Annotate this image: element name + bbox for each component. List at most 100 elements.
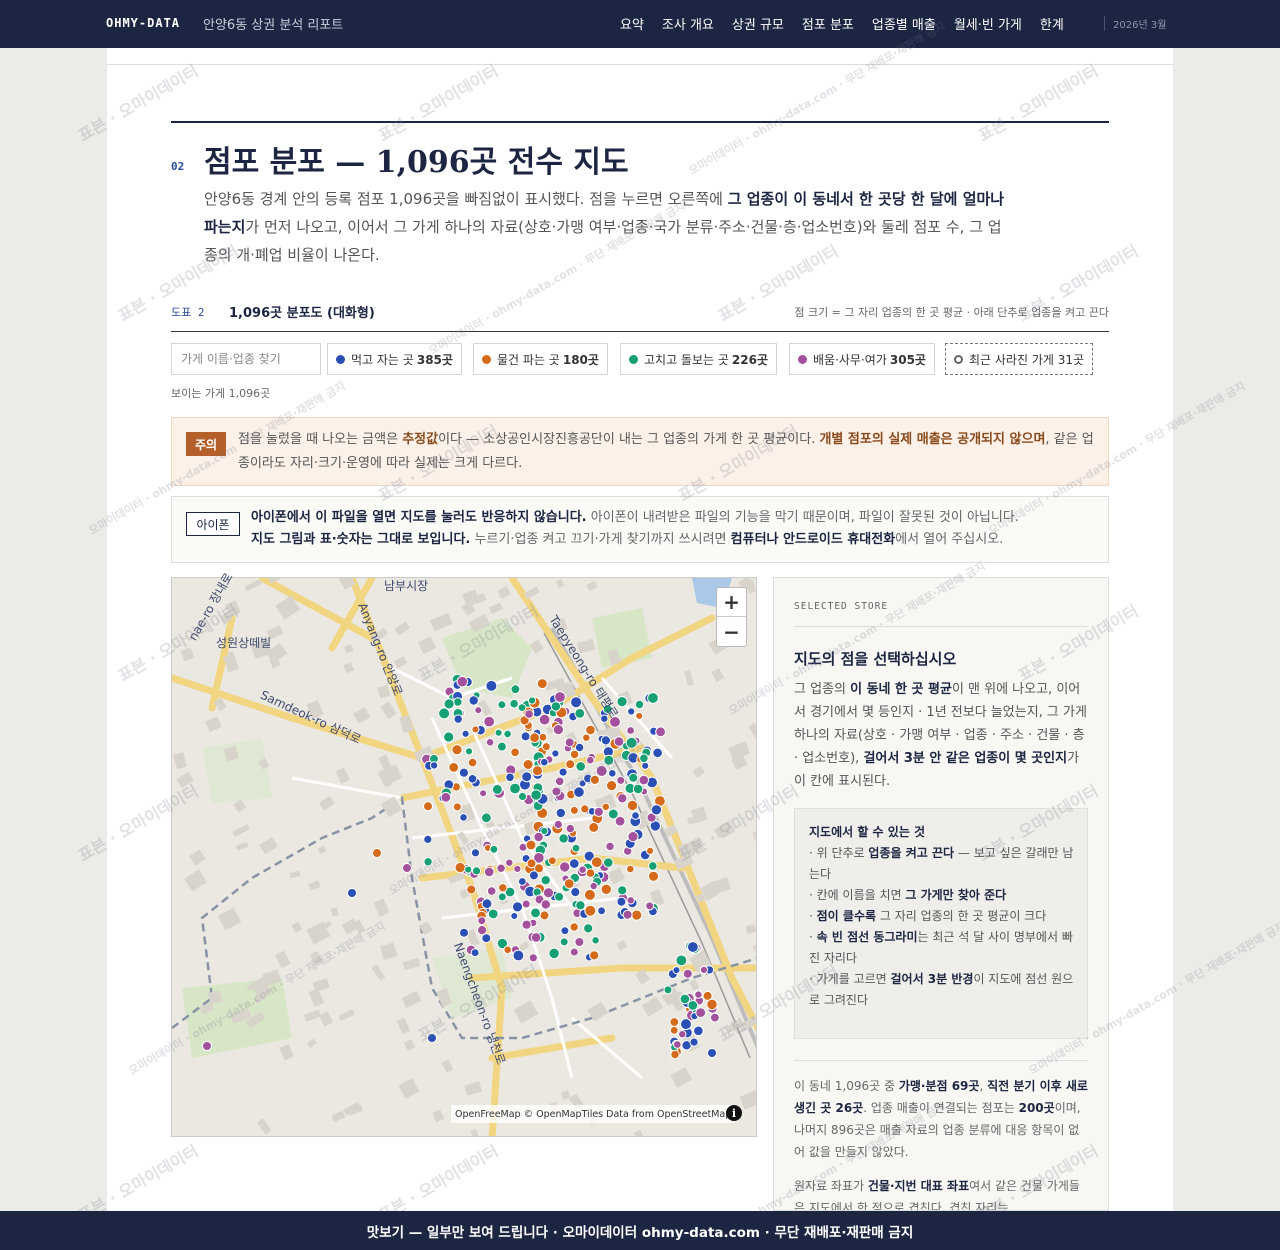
store-point[interactable] xyxy=(554,691,566,703)
store-point[interactable] xyxy=(650,804,663,816)
store-point[interactable] xyxy=(626,726,636,735)
store-point[interactable] xyxy=(530,907,541,919)
store-point[interactable] xyxy=(617,885,628,896)
store-point[interactable] xyxy=(541,742,551,752)
store-point[interactable] xyxy=(613,736,625,747)
store-point[interactable] xyxy=(524,709,534,719)
nav-link-overview[interactable]: 조사 개요 xyxy=(662,14,714,33)
store-point[interactable] xyxy=(461,729,470,738)
store-point[interactable] xyxy=(427,1033,437,1043)
store-point[interactable] xyxy=(551,786,562,797)
store-point[interactable] xyxy=(607,808,619,820)
store-point[interactable] xyxy=(470,948,480,958)
store-point[interactable] xyxy=(675,954,688,967)
store-point[interactable] xyxy=(559,861,571,873)
map-attribution[interactable]: OpenFreeMap © OpenMapTiles Data from Ope… xyxy=(451,1105,736,1123)
store-point[interactable] xyxy=(497,700,507,710)
store-point[interactable] xyxy=(459,813,468,822)
store-point[interactable] xyxy=(540,826,549,836)
store-point[interactable] xyxy=(585,724,596,736)
store-point[interactable] xyxy=(569,858,580,869)
store-point[interactable] xyxy=(647,870,660,882)
store-point[interactable] xyxy=(625,736,638,749)
filter-chip-retail[interactable]: 물건 파는 곳 180곳 xyxy=(473,343,608,375)
store-point[interactable] xyxy=(479,789,488,798)
store-point[interactable] xyxy=(565,759,576,770)
store-point[interactable] xyxy=(539,910,550,921)
store-point[interactable] xyxy=(608,769,617,778)
store-point[interactable] xyxy=(528,870,539,881)
store-point[interactable] xyxy=(510,912,519,920)
store-point[interactable] xyxy=(532,765,543,777)
store-point[interactable] xyxy=(652,747,663,759)
store-point[interactable] xyxy=(616,896,627,907)
filter-chip-service[interactable]: 고치고 돌보는 곳 226곳 xyxy=(620,343,778,375)
nav-link-rent[interactable]: 월세·빈 가게 xyxy=(954,14,1022,33)
nav-link-scale[interactable]: 상권 규모 xyxy=(732,14,784,33)
store-point[interactable] xyxy=(487,908,499,920)
store-point[interactable] xyxy=(402,863,412,873)
store-point[interactable] xyxy=(617,793,628,804)
store-point[interactable] xyxy=(491,783,503,795)
store-point[interactable] xyxy=(481,898,493,910)
store-point[interactable] xyxy=(563,878,575,890)
store-point[interactable] xyxy=(574,937,585,947)
store-point[interactable] xyxy=(678,1030,687,1039)
store-point[interactable] xyxy=(590,856,603,869)
store-point[interactable] xyxy=(655,726,667,738)
store-point[interactable] xyxy=(679,993,691,1005)
store-point[interactable] xyxy=(510,684,521,695)
store-point[interactable] xyxy=(451,744,463,756)
zoom-in-button[interactable]: + xyxy=(717,588,746,617)
filter-chip-closed[interactable]: 최근 사라진 가게 31곳 xyxy=(945,343,1094,375)
store-point[interactable] xyxy=(448,762,460,773)
store-point[interactable] xyxy=(485,738,495,747)
store-point[interactable] xyxy=(600,883,612,895)
store-point[interactable] xyxy=(202,1041,212,1051)
store-point[interactable] xyxy=(542,887,555,899)
store-point[interactable] xyxy=(548,856,557,866)
store-point[interactable] xyxy=(687,1000,699,1011)
store-point[interactable] xyxy=(521,899,531,909)
store-point[interactable] xyxy=(483,866,495,878)
store-point[interactable] xyxy=(471,725,480,734)
store-point[interactable] xyxy=(645,901,655,911)
store-point[interactable] xyxy=(509,698,519,709)
store-point[interactable] xyxy=(588,821,600,833)
store-point[interactable] xyxy=(626,896,635,905)
store-point[interactable] xyxy=(477,925,488,936)
store-point[interactable] xyxy=(600,735,611,746)
store-point[interactable] xyxy=(486,886,497,896)
store-point[interactable] xyxy=(707,1048,717,1058)
store-point[interactable] xyxy=(550,701,562,712)
store-search-input[interactable] xyxy=(171,343,321,375)
store-point[interactable] xyxy=(530,789,542,801)
store-point[interactable] xyxy=(553,819,563,830)
store-point[interactable] xyxy=(526,858,537,869)
store-point[interactable] xyxy=(540,757,549,767)
store-point[interactable] xyxy=(672,966,681,975)
store-point[interactable] xyxy=(454,861,466,874)
store-point[interactable] xyxy=(570,696,583,709)
store-point[interactable] xyxy=(706,998,718,1011)
store-point[interactable] xyxy=(687,941,699,953)
map-canvas[interactable] xyxy=(172,578,757,1137)
store-point[interactable] xyxy=(443,731,455,743)
store-point[interactable] xyxy=(574,708,586,719)
store-point[interactable] xyxy=(423,801,433,812)
store-point[interactable] xyxy=(580,804,590,814)
store-point[interactable] xyxy=(538,732,548,742)
store-point[interactable] xyxy=(552,724,564,736)
store-point[interactable] xyxy=(632,783,644,795)
store-point[interactable] xyxy=(536,678,548,690)
store-point[interactable] xyxy=(540,899,551,910)
zoom-out-button[interactable]: − xyxy=(717,617,746,646)
store-point[interactable] xyxy=(641,761,650,770)
store-point[interactable] xyxy=(710,1012,720,1023)
store-point[interactable] xyxy=(626,799,639,812)
store-point[interactable] xyxy=(573,786,585,798)
store-point[interactable] xyxy=(443,698,455,710)
store-point[interactable] xyxy=(569,749,580,760)
store-point[interactable] xyxy=(551,749,560,758)
store-point[interactable] xyxy=(458,767,469,778)
